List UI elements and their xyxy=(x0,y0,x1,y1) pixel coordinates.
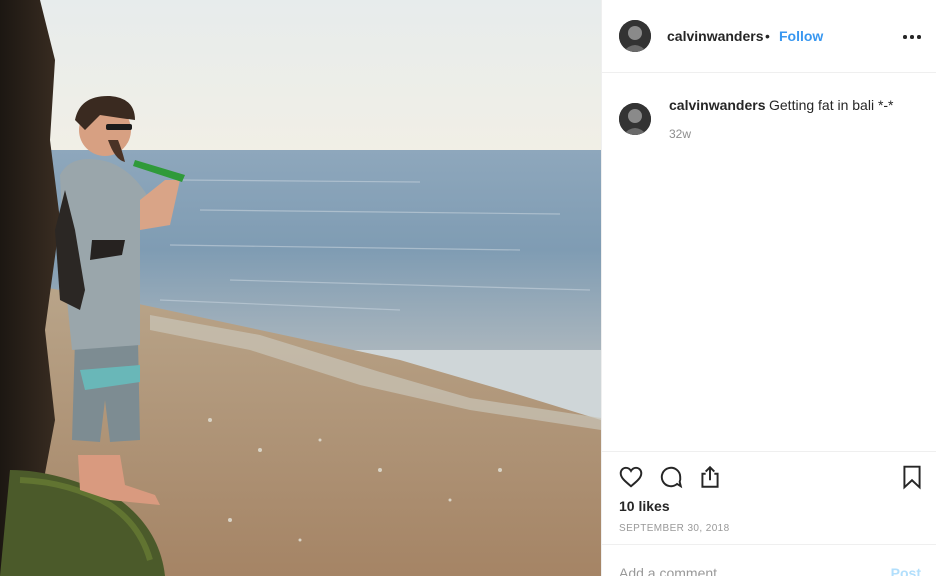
beach-photo-image xyxy=(0,0,601,576)
heart-icon[interactable] xyxy=(618,464,644,490)
bookmark-icon[interactable] xyxy=(899,464,925,490)
header-separator: • xyxy=(765,28,770,44)
caption-username[interactable]: calvinwanders xyxy=(669,97,766,113)
caption-avatar[interactable] xyxy=(619,103,651,135)
more-options-icon[interactable] xyxy=(900,24,924,48)
post-comment-button[interactable]: Post xyxy=(891,565,921,576)
author-username[interactable]: calvinwanders xyxy=(667,28,764,44)
post-header: calvinwanders • Follow xyxy=(602,0,936,73)
caption-text: Getting fat in bali *-* xyxy=(769,97,894,113)
share-icon[interactable] xyxy=(697,464,723,490)
post-date: September 30, 2018 xyxy=(619,523,730,534)
author-avatar[interactable] xyxy=(619,20,651,52)
instagram-post: calvinwanders • Follow calvinwanders Get… xyxy=(0,0,936,576)
comment-input[interactable] xyxy=(619,565,869,576)
follow-button[interactable]: Follow xyxy=(779,28,823,44)
post-details-panel: calvinwanders • Follow calvinwanders Get… xyxy=(601,0,936,576)
add-comment-bar: Post xyxy=(602,544,936,576)
comment-icon[interactable] xyxy=(658,464,684,490)
post-photo[interactable] xyxy=(0,0,601,576)
likes-count[interactable]: 10 likes xyxy=(619,498,670,514)
caption-timestamp[interactable]: 32w xyxy=(669,127,691,141)
